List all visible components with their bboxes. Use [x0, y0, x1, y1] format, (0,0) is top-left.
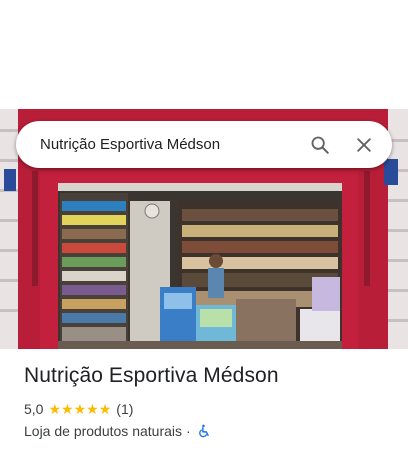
search-bar[interactable]: Nutrição Esportiva Médson [16, 121, 392, 168]
search-button[interactable] [300, 125, 340, 165]
close-icon [357, 137, 371, 152]
star-icon: ★ [48, 401, 62, 417]
star-icon: ★ [73, 401, 87, 417]
rating-value: 5,0 [24, 401, 44, 417]
search-input[interactable]: Nutrição Esportiva Médson [40, 136, 300, 153]
close-button[interactable] [344, 125, 384, 165]
star-rating: ★ ★ ★ ★ ★ [48, 402, 111, 416]
review-count[interactable]: (1) [116, 401, 133, 417]
star-icon: ★ [98, 401, 112, 417]
rating-row[interactable]: 5,0 ★ ★ ★ ★ ★ (1) [24, 401, 392, 417]
wheelchair-icon [197, 424, 211, 438]
star-icon: ★ [61, 401, 74, 417]
search-icon [311, 136, 329, 154]
place-info: Nutrição Esportiva Médson 5,0 ★ ★ ★ ★ ★ … [24, 362, 392, 439]
place-title[interactable]: Nutrição Esportiva Médson [24, 362, 392, 390]
separator: · [186, 423, 191, 439]
category-row: Loja de produtos naturais · [24, 423, 392, 439]
place-category: Loja de produtos naturais [24, 423, 182, 439]
star-icon: ★ [86, 401, 99, 417]
